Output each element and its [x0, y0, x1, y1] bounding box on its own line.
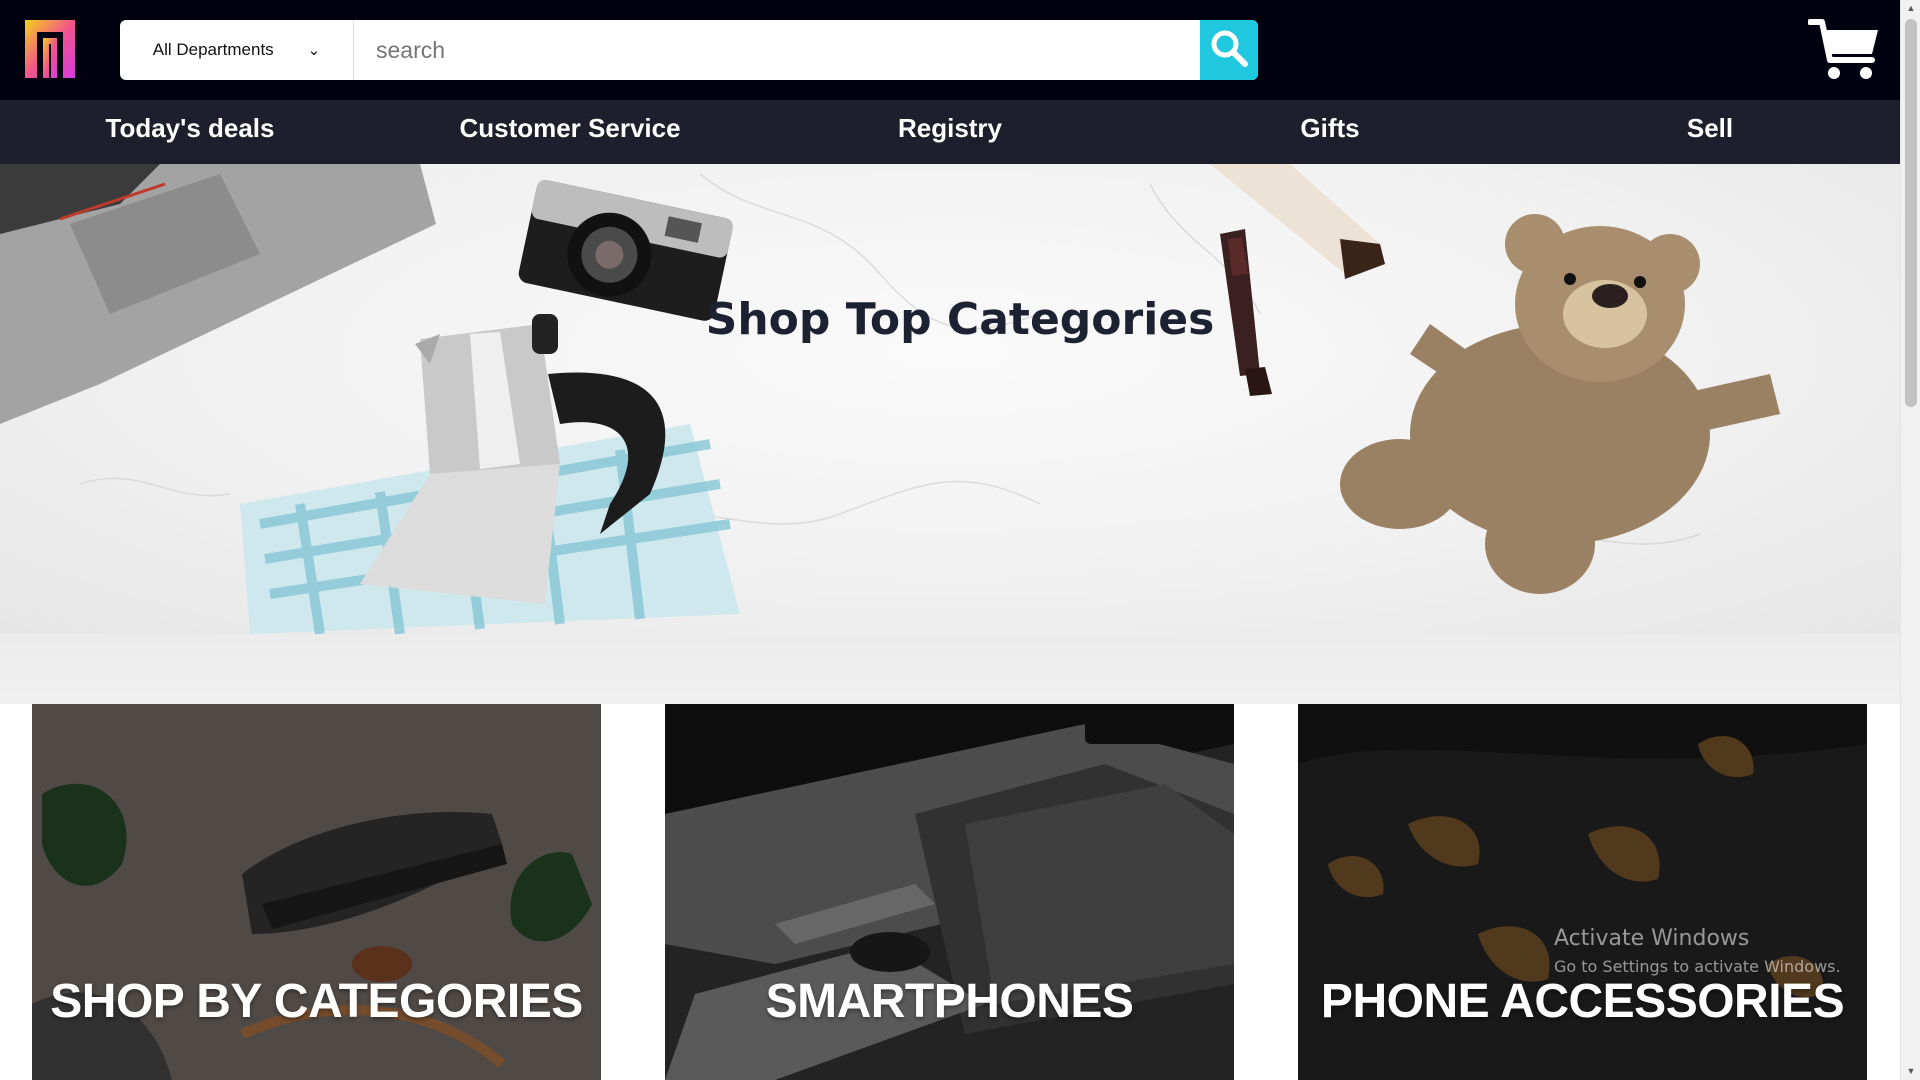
nav-registry[interactable]: Registry	[898, 100, 1002, 164]
os-activation-watermark: Activate Windows Go to Settings to activ…	[1554, 926, 1841, 976]
shopping-cart-icon[interactable]	[1807, 16, 1880, 82]
category-card-phone-accessories[interactable]: PHONE ACCESSORIES	[1298, 704, 1867, 1080]
section-spacer	[0, 634, 1900, 704]
category-card-label: PHONE ACCESSORIES	[1320, 975, 1845, 1028]
scrollbar-thumb[interactable]	[1905, 19, 1917, 407]
watermark-line-1: Activate Windows	[1554, 926, 1750, 951]
nav-sell[interactable]: Sell	[1687, 100, 1733, 164]
nav-customer-service[interactable]: Customer Service	[459, 100, 680, 164]
page-scrollbar[interactable]: ▲ ▼	[1900, 0, 1920, 1080]
magnifier-icon	[1209, 28, 1249, 73]
nav-todays-deals[interactable]: Today's deals	[106, 100, 275, 164]
chevron-down-icon: ⌄	[307, 42, 321, 59]
teddy-bear-illustration	[1340, 214, 1780, 594]
camera-illustration	[518, 179, 733, 321]
nav-gifts[interactable]: Gifts	[1300, 100, 1359, 164]
category-card-label: SMARTPHONES	[765, 975, 1134, 1028]
watermark-line-2: Go to Settings to activate Windows.	[1554, 957, 1841, 976]
brand-logo-icon[interactable]	[25, 20, 75, 78]
main-nav: Today's deals Customer Service Registry …	[0, 100, 1900, 164]
lipstick-illustration	[1220, 229, 1272, 396]
category-card-label: SHOP BY CATEGORIES	[50, 975, 583, 1028]
category-card-smartphones[interactable]: SMARTPHONES	[665, 704, 1234, 1080]
hero-illustration	[0, 164, 1780, 634]
scroll-up-arrow-icon[interactable]: ▲	[1901, 0, 1920, 17]
scroll-down-arrow-icon[interactable]: ▼	[1901, 1063, 1920, 1080]
laptop-illustration	[0, 164, 436, 424]
hero-title: Shop Top Categories	[705, 294, 1215, 345]
search-bar: All Departments ⌄	[120, 20, 1258, 80]
department-select-value: All Departments	[152, 40, 274, 59]
hero-banner: Shop Top Categories	[0, 164, 1900, 634]
top-header: All Departments ⌄	[0, 0, 1900, 100]
department-select[interactable]: All Departments ⌄	[120, 20, 354, 80]
search-button[interactable]	[1200, 20, 1258, 80]
search-input[interactable]	[354, 20, 1200, 80]
category-card-shop-by-categories[interactable]: SHOP BY CATEGORIES	[32, 704, 601, 1080]
